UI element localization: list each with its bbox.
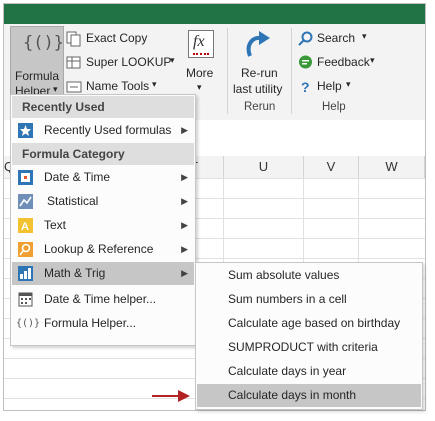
menu-item-label: Recently Used formulas (44, 123, 172, 137)
submenu-item[interactable]: Calculate age based on birthday (197, 312, 421, 335)
column-header[interactable]: V (304, 156, 359, 178)
search-button[interactable]: Search ▾ (298, 30, 378, 48)
menu-item-date-time-helper[interactable]: Date & Time helper... (12, 288, 194, 311)
column-header[interactable]: W (359, 156, 425, 178)
help-button[interactable]: ? Help ▾ (298, 78, 368, 96)
calendar-icon (18, 170, 33, 185)
chevron-right-icon: ▶ (181, 244, 188, 254)
submenu-item[interactable]: Sum absolute values (197, 264, 421, 287)
more-button[interactable]: fx More ▾ (180, 28, 224, 98)
group-label-rerun: Rerun (244, 101, 276, 113)
submenu-item[interactable]: Sum numbers in a cell (197, 288, 421, 311)
fx-icon: fx (188, 30, 214, 58)
menu-item-lookup-reference[interactable]: Lookup & Reference ▶ (12, 238, 194, 261)
braces-small-icon: {()} (16, 318, 41, 329)
super-lookup-label: Super LOOKUP (86, 55, 172, 69)
text-icon: A (18, 218, 33, 233)
math-trig-icon (18, 266, 33, 281)
chevron-down-icon: ▾ (370, 55, 375, 65)
title-bar (4, 4, 425, 24)
formula-helper-menu: Recently Used Recently Used formulas ▶ F… (10, 94, 196, 346)
pointer-arrow-icon (152, 390, 190, 402)
search-icon (298, 31, 313, 46)
more-label: More (186, 66, 214, 80)
svg-text:?: ? (301, 79, 310, 94)
exact-copy-label: Exact Copy (86, 31, 148, 45)
redo-arrow-icon (246, 31, 270, 57)
menu-item-label: Statistical (47, 194, 99, 208)
menu-item-date-time[interactable]: Date & Time ▶ (12, 166, 194, 189)
group-label-help: Help (322, 101, 346, 113)
chevron-right-icon: ▶ (181, 268, 188, 278)
chevron-right-icon: ▶ (181, 220, 188, 230)
help-label: Help (317, 79, 342, 93)
copy-icon (66, 31, 81, 47)
rerun-label-2: last utility (233, 82, 283, 96)
menu-item-label: Formula Helper... (44, 316, 137, 330)
statistical-icon (18, 194, 33, 209)
ribbon-separator (291, 28, 292, 114)
svg-text:A: A (21, 221, 29, 233)
submenu-item-selected[interactable]: Calculate days in month (197, 384, 421, 407)
ribbon-separator (227, 28, 228, 114)
chevron-down-icon: ▾ (346, 79, 351, 89)
rerun-button[interactable]: Re-run last utility (230, 28, 288, 98)
menu-item-statistical[interactable]: Statistical ▶ (12, 190, 194, 213)
chevron-right-icon: ▶ (181, 125, 188, 135)
chevron-down-icon: ▾ (152, 79, 157, 89)
menu-item-text[interactable]: A Text ▶ (12, 214, 194, 237)
menu-item-label: Text (44, 218, 67, 232)
chevron-down-icon: ▾ (170, 55, 175, 65)
chevron-down-icon: ▾ (362, 31, 367, 41)
column-header[interactable]: U (224, 156, 304, 178)
menu-item-label: Math & Trig (44, 266, 106, 280)
feedback-label: Feedback (317, 55, 370, 69)
submenu-item[interactable]: SUMPRODUCT with criteria (197, 336, 421, 359)
menu-header-category: Formula Category (12, 143, 194, 165)
super-lookup-button[interactable]: Super LOOKUP ▾ (66, 54, 178, 72)
calendar-helper-icon (18, 292, 33, 307)
formula-helper-label-1: Formula (15, 69, 60, 83)
feedback-button[interactable]: Feedback ▾ (298, 54, 384, 72)
menu-item-math-trig[interactable]: Math & Trig ▶ (12, 262, 194, 285)
help-icon: ? (301, 79, 310, 94)
menu-header-recent: Recently Used (12, 96, 194, 118)
menu-item-label: Lookup & Reference (44, 242, 154, 256)
formula-helper-button[interactable]: {()} Formula Helper ▾ (10, 26, 64, 98)
menu-item-recently-used[interactable]: Recently Used formulas ▶ (12, 119, 194, 142)
recent-formulas-icon (18, 123, 33, 138)
name-tools-icon (66, 81, 82, 93)
math-trig-submenu: Sum absolute values Sum numbers in a cel… (195, 262, 423, 410)
chevron-right-icon: ▶ (181, 196, 188, 206)
lookup-icon (66, 56, 81, 69)
braces-icon: {()} (23, 33, 64, 53)
menu-item-label: Date & Time (44, 170, 111, 184)
lookup-reference-icon (18, 242, 33, 257)
menu-item-formula-helper[interactable]: {()} Formula Helper... (12, 312, 194, 335)
menu-item-label: Date & Time helper... (44, 292, 157, 306)
feedback-icon (299, 55, 312, 69)
name-tools-label: Name Tools (86, 79, 150, 93)
rerun-label-1: Re-run (241, 66, 278, 80)
search-label: Search (317, 31, 356, 45)
chevron-down-icon: ▾ (197, 82, 202, 92)
exact-copy-button[interactable]: Exact Copy (66, 30, 166, 48)
submenu-item[interactable]: Calculate days in year (197, 360, 421, 383)
chevron-right-icon: ▶ (181, 172, 188, 182)
